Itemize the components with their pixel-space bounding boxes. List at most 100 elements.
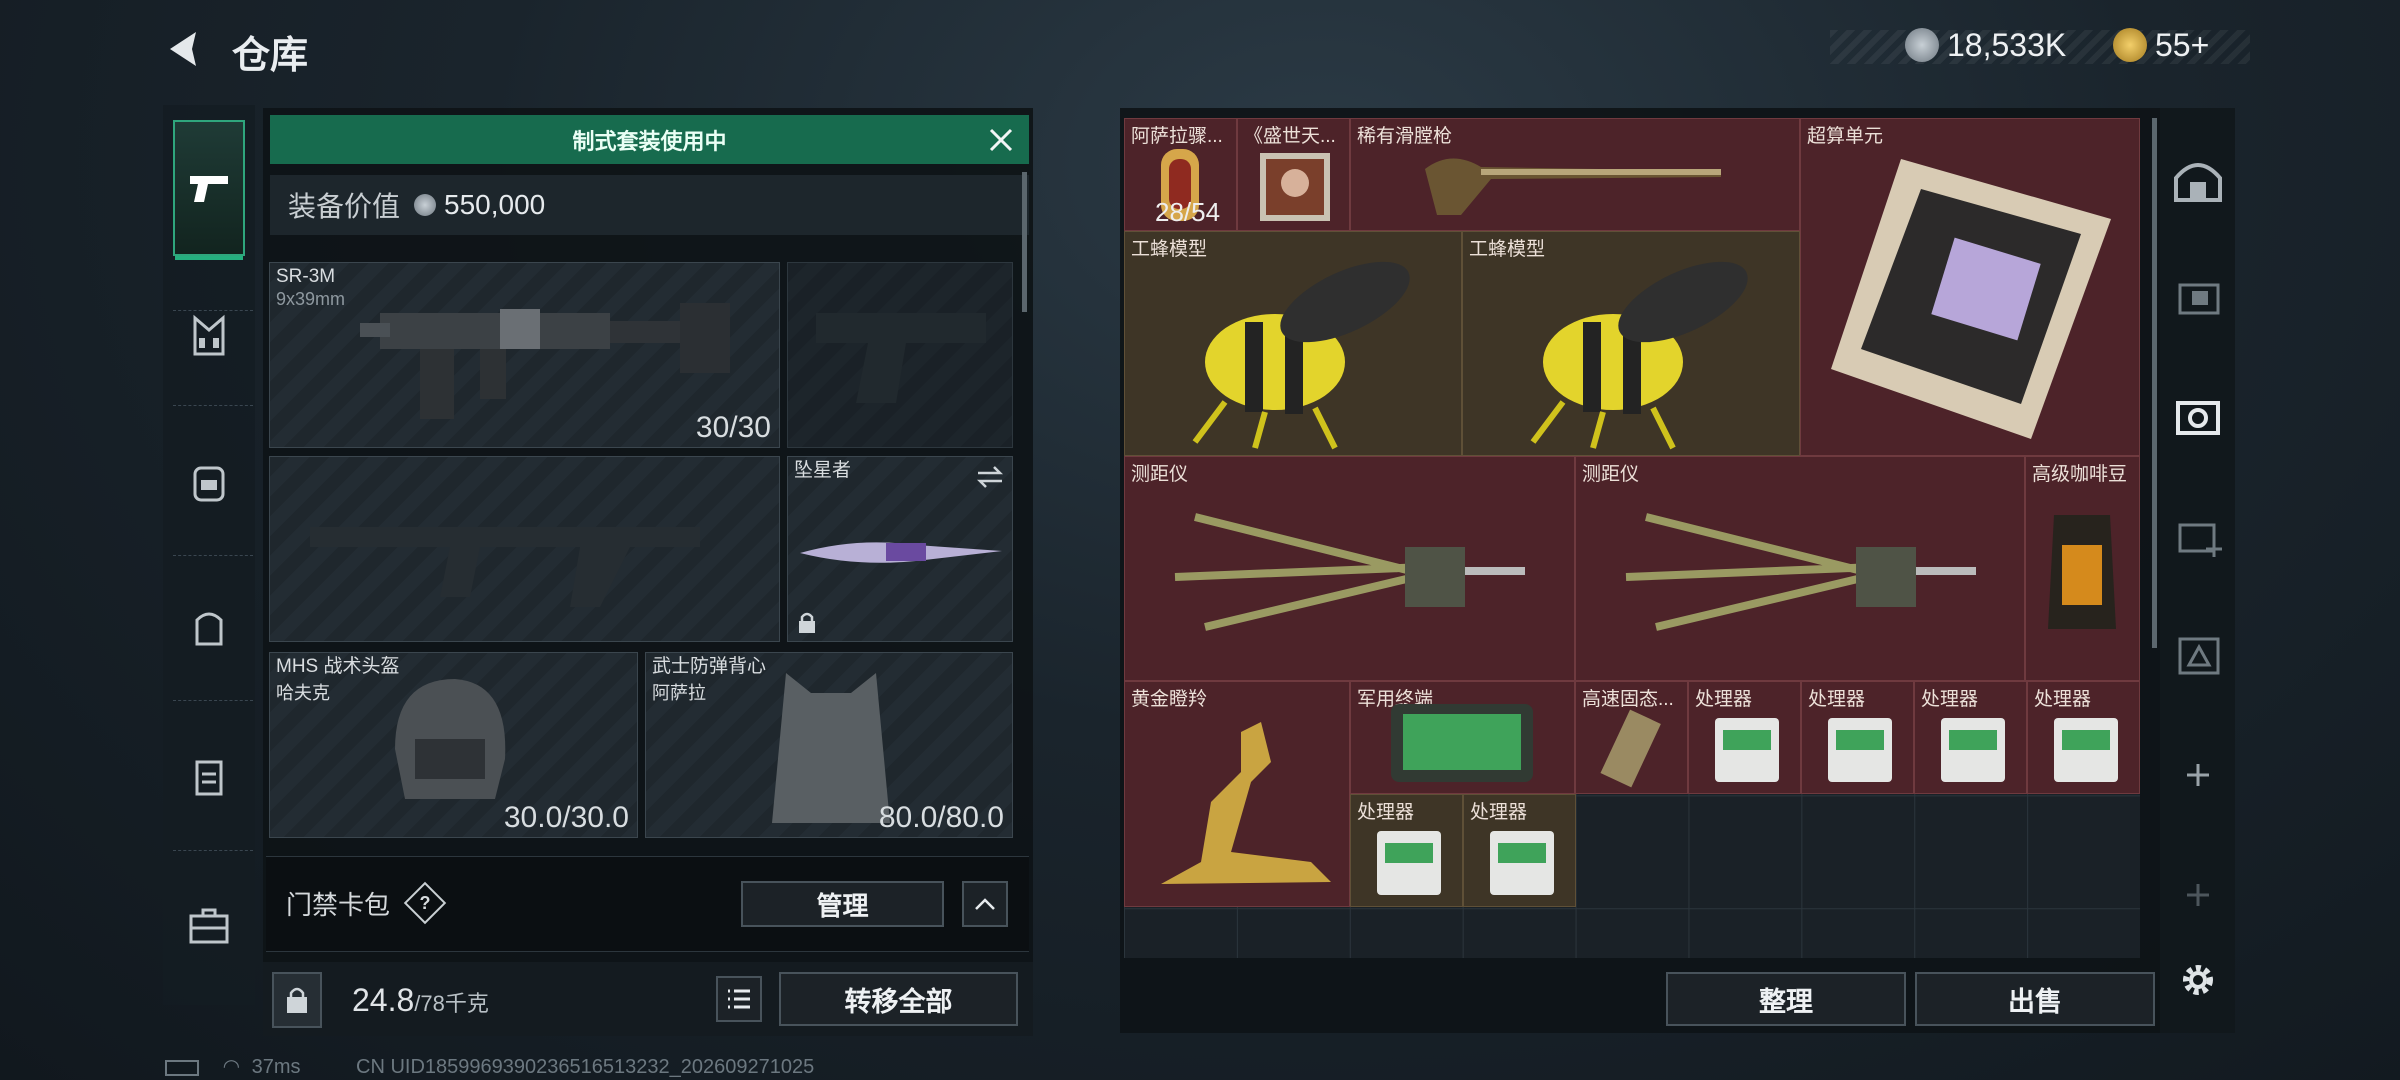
left-scrollbar[interactable]: [1022, 172, 1027, 312]
item-image: [1600, 709, 1661, 788]
swap-icon: [976, 466, 1004, 488]
equipment-value-row: 装备价值 550,000: [270, 175, 1029, 235]
item-name: 超算单元: [1807, 126, 1884, 147]
stash-item[interactable]: 高级咖啡豆: [2025, 456, 2140, 681]
camera-box-icon: [2176, 401, 2220, 435]
stash-item[interactable]: 工蜂模型: [1124, 231, 1462, 456]
list-icon: [728, 989, 750, 1009]
slot-item-name: 武士防弹背心: [652, 656, 767, 677]
stash-scrollbar[interactable]: [2152, 118, 2157, 648]
battery-icon: [165, 1059, 199, 1076]
item-image: [1941, 718, 2005, 782]
stash-item[interactable]: 军用终端: [1350, 681, 1575, 794]
item-image: [1625, 513, 1976, 631]
sell-button[interactable]: 出售: [1915, 972, 2155, 1026]
stash-tab-4[interactable]: [2168, 265, 2228, 325]
stash-item[interactable]: 处理器: [1914, 681, 2027, 794]
backpack-lock-button[interactable]: [272, 972, 322, 1028]
carry-weight: 24.8/78千克: [352, 982, 489, 1019]
slot-item-name: SR-3M: [276, 266, 336, 287]
armor-slot[interactable]: 武士防弹背心 阿萨拉 80.0/80.0: [645, 652, 1013, 838]
helmet-slot[interactable]: MHS 战术头盔 哈夫克 30.0/30.0: [269, 652, 638, 838]
stash-item[interactable]: 稀有滑膛枪: [1350, 118, 1800, 231]
item-name: 测距仪: [1582, 464, 1640, 485]
primary-weapon-slot[interactable]: SR-3M 9x39mm 30/30: [269, 262, 780, 448]
close-icon: [989, 128, 1013, 152]
item-image: [1161, 722, 1331, 884]
stash-tab-selected[interactable]: [2168, 385, 2228, 445]
pistol-icon: [190, 176, 228, 202]
keycard-case-label: 门禁卡包: [286, 890, 391, 920]
tab-pouch[interactable]: [173, 592, 245, 664]
silver-currency-value: 18,533K: [1947, 26, 2067, 63]
stash-tab-alert[interactable]: [2168, 625, 2228, 685]
stash-item[interactable]: 阿萨拉骤... 28/54: [1124, 118, 1237, 231]
item-name: 高速固态...: [1582, 689, 1674, 710]
stash-item[interactable]: 超算单元: [1800, 118, 2140, 456]
stash-item[interactable]: 测距仪: [1124, 456, 1575, 681]
stash-item[interactable]: 工蜂模型: [1462, 231, 1800, 456]
back-button[interactable]: [162, 24, 212, 74]
primary-weapon-slot-2[interactable]: [269, 456, 780, 642]
stash-item[interactable]: 处理器: [1688, 681, 1801, 794]
stash-tab-add[interactable]: [2168, 505, 2228, 565]
stash-item[interactable]: 处理器: [1801, 681, 1914, 794]
backpack-icon: [193, 466, 225, 502]
stash-item[interactable]: 测距仪: [1575, 456, 2025, 681]
collapse-button[interactable]: [962, 881, 1008, 927]
gold-currency[interactable]: 55+: [2113, 26, 2209, 64]
gear-icon: [2183, 965, 2213, 995]
item-image: [1174, 513, 1525, 631]
item-image: [1377, 831, 1441, 895]
warning-box-icon: [2178, 637, 2220, 675]
stash-item[interactable]: 黄金瞪羚: [1124, 681, 1350, 907]
stash-item[interactable]: 处理器: [2027, 681, 2140, 794]
slot-item-ammo: 9x39mm: [276, 289, 346, 309]
close-banner-button[interactable]: [985, 124, 1017, 156]
item-image: [1490, 831, 1554, 895]
silver-coin-icon: [1905, 28, 1939, 62]
back-arrow-icon: [170, 32, 196, 66]
melee-slot[interactable]: 坠星者: [787, 456, 1013, 642]
stash-add-icon: [2178, 523, 2222, 557]
secondary-weapon-slot[interactable]: [787, 262, 1013, 448]
silver-currency: 18,533K: [1905, 26, 2066, 64]
tab-vest[interactable]: [173, 300, 245, 372]
slot-item-name: MHS 战术头盔: [276, 656, 400, 677]
item-image: [1828, 718, 1892, 782]
equipment-value-label: 装备价值: [288, 191, 401, 222]
slot-durability: 30.0/30.0: [503, 801, 629, 834]
tab-backpack[interactable]: [173, 446, 245, 518]
add-tab-button-disabled[interactable]: [2168, 865, 2228, 925]
settings-button[interactable]: [2168, 950, 2228, 1010]
chest-rig-icon: [193, 314, 225, 356]
slot-item-name: 坠星者: [794, 460, 852, 481]
stash-item[interactable]: 高速固态...: [1575, 681, 1688, 794]
stash-item[interactable]: 《盛世天...: [1237, 118, 1350, 231]
transfer-all-button[interactable]: 转移全部: [779, 972, 1018, 1026]
tab-clipboard[interactable]: [173, 740, 245, 812]
slot-durability: 80.0/80.0: [878, 801, 1004, 834]
item-name: 阿萨拉骤...: [1131, 126, 1223, 147]
stash-item[interactable]: 处理器: [1463, 794, 1576, 907]
sidebar-divider: [173, 700, 253, 701]
manage-button[interactable]: 管理: [741, 881, 944, 927]
sort-button[interactable]: 整理: [1666, 972, 1906, 1026]
stash-item[interactable]: 处理器: [1350, 794, 1463, 907]
item-image: [1425, 158, 1721, 215]
list-view-button[interactable]: [716, 976, 762, 1022]
tab-briefcase[interactable]: [173, 890, 245, 962]
vault-icon: [2174, 163, 2222, 202]
plus-icon: [2187, 884, 2209, 906]
slot-item-faction: 哈夫克: [276, 683, 330, 703]
stash-tab-main[interactable]: [2168, 150, 2228, 210]
slot-ammo-count: 30/30: [695, 411, 771, 444]
item-name: 黄金瞪羚: [1131, 689, 1208, 710]
help-icon: ?: [419, 892, 431, 913]
add-tab-button[interactable]: [2168, 745, 2228, 805]
item-image: [1391, 704, 1533, 782]
carry-weight-unit: /78千克: [414, 991, 489, 1016]
item-image: [2048, 515, 2116, 629]
item-image: [1260, 153, 1330, 221]
tab-loadout[interactable]: [173, 120, 245, 260]
